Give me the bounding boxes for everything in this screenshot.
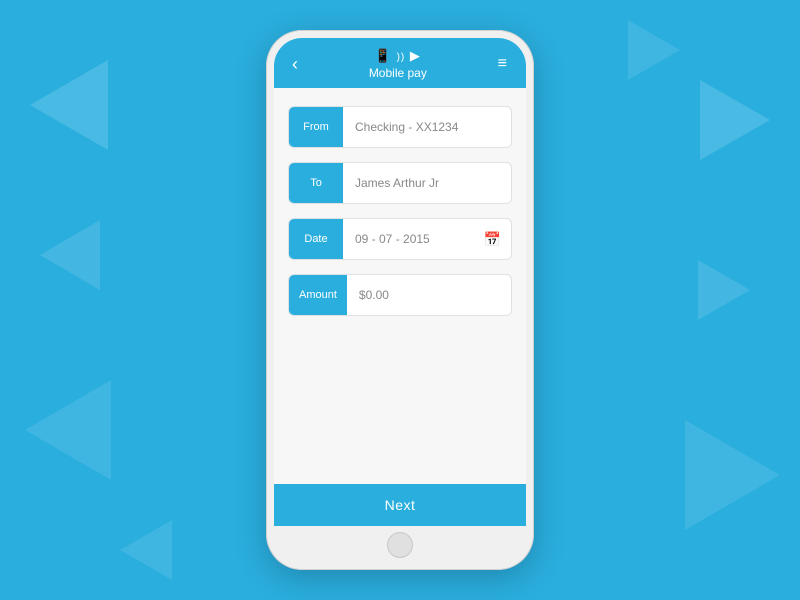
to-value: James Arthur Jr — [343, 176, 511, 190]
bg-triangle-right-mid — [698, 260, 750, 320]
phone-shell: ‹ 📱 )) ▶ Mobile pay ≡ From Checking - XX… — [266, 30, 534, 570]
topbar: ‹ 📱 )) ▶ Mobile pay ≡ — [274, 38, 526, 88]
phone-home-area — [274, 526, 526, 562]
menu-button[interactable]: ≡ — [494, 53, 512, 75]
title-area: 📱 )) ▶ Mobile pay — [302, 48, 494, 80]
from-value: Checking - XX1234 — [343, 120, 511, 134]
back-button[interactable]: ‹ — [288, 52, 302, 77]
bg-triangle-top-right2 — [628, 20, 680, 80]
bg-triangle-right-top — [700, 80, 770, 160]
amount-label: Amount — [289, 275, 347, 315]
from-label: From — [289, 107, 343, 147]
pay-icon-row: 📱 )) ▶ — [375, 48, 421, 64]
form-content: From Checking - XX1234 To James Arthur J… — [274, 88, 526, 484]
to-field[interactable]: To James Arthur Jr — [288, 162, 512, 204]
home-button[interactable] — [387, 532, 413, 558]
next-button[interactable]: Next — [274, 484, 526, 526]
app-title: Mobile pay — [369, 66, 427, 80]
date-value: 09 - 07 - 2015 — [343, 232, 474, 246]
date-field[interactable]: Date 09 - 07 - 2015 📅 — [288, 218, 512, 260]
to-label: To — [289, 163, 343, 203]
calendar-icon[interactable]: 📅 — [474, 231, 511, 248]
bg-triangle-right-bot — [685, 420, 780, 530]
phone-screen: ‹ 📱 )) ▶ Mobile pay ≡ From Checking - XX… — [274, 38, 526, 562]
bg-triangle-left-bot — [25, 380, 111, 480]
amount-value: $0.00 — [347, 288, 511, 302]
from-field[interactable]: From Checking - XX1234 — [288, 106, 512, 148]
amount-field[interactable]: Amount $0.00 — [288, 274, 512, 316]
bg-triangle-bot-left2 — [120, 520, 172, 580]
date-label: Date — [289, 219, 343, 259]
bg-triangle-left-top — [30, 60, 108, 150]
bg-triangle-left-mid — [40, 220, 100, 290]
bottom-bar: Next — [274, 484, 526, 526]
